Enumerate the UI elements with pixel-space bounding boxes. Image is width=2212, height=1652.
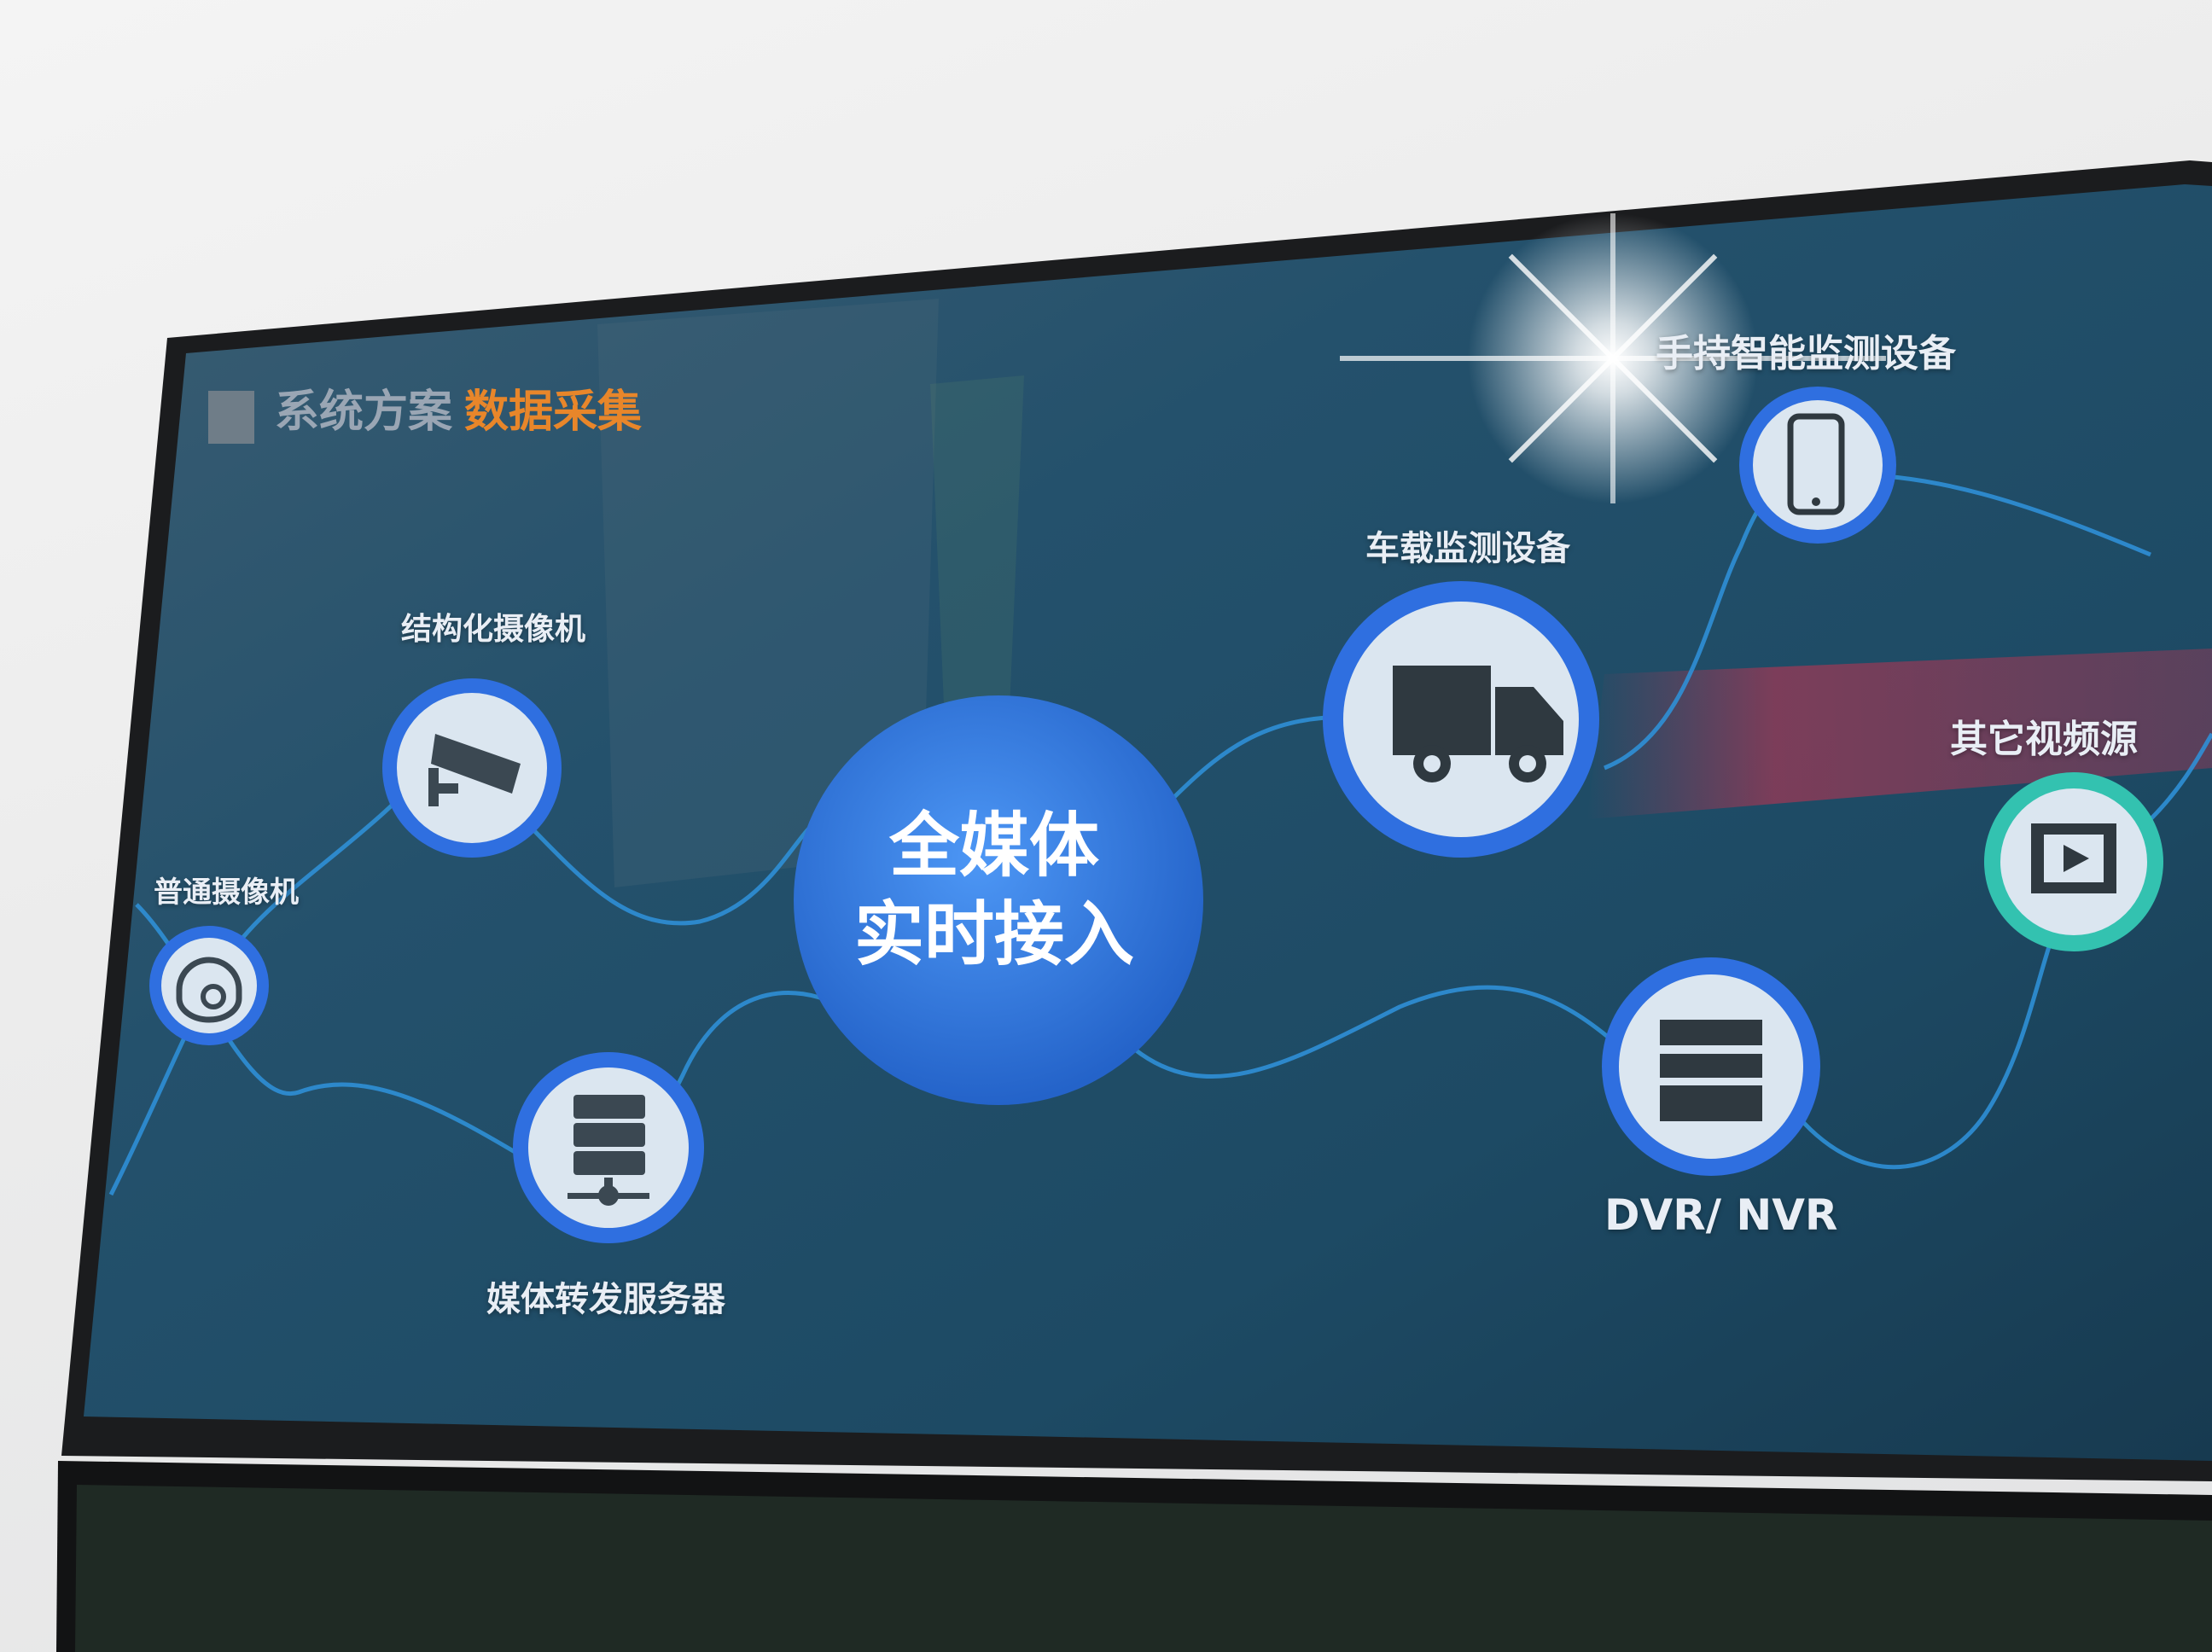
label-media-server: 媒体转发服务器 bbox=[486, 1280, 725, 1319]
node-vehicle-device bbox=[1323, 581, 1599, 858]
node-other-video bbox=[1984, 772, 2163, 951]
label-handheld-device: 手持智能监测设备 bbox=[1656, 332, 1956, 375]
title-square-icon bbox=[208, 391, 254, 444]
label-other-video: 其它视频源 bbox=[1950, 718, 2138, 761]
label-structured-camera: 结构化摄像机 bbox=[401, 612, 586, 647]
label-ordinary-camera: 普通摄像机 bbox=[154, 875, 299, 910]
slide-title-accent: 数据采集 bbox=[464, 387, 643, 438]
node-ordinary-camera bbox=[149, 926, 269, 1045]
node-structured-camera bbox=[382, 678, 562, 858]
recorder-icon bbox=[1660, 1020, 1762, 1121]
video-player-icon bbox=[2031, 823, 2116, 893]
label-vehicle-device: 车载监测设备 bbox=[1365, 529, 1570, 568]
slide-title: 系统方案 数据采集 bbox=[275, 375, 642, 439]
slide-title-prefix: 系统方案 bbox=[275, 387, 453, 438]
center-title-line2: 实时接入 bbox=[853, 894, 1134, 975]
node-media-server bbox=[513, 1052, 704, 1243]
node-dvr-nvr bbox=[1602, 957, 1820, 1176]
node-handheld-device bbox=[1739, 387, 1896, 544]
label-dvr-nvr: DVR/ NVR bbox=[1604, 1190, 1838, 1240]
center-title: 全媒体 实时接入 bbox=[794, 802, 1195, 980]
center-title-line1: 全媒体 bbox=[888, 806, 1099, 887]
